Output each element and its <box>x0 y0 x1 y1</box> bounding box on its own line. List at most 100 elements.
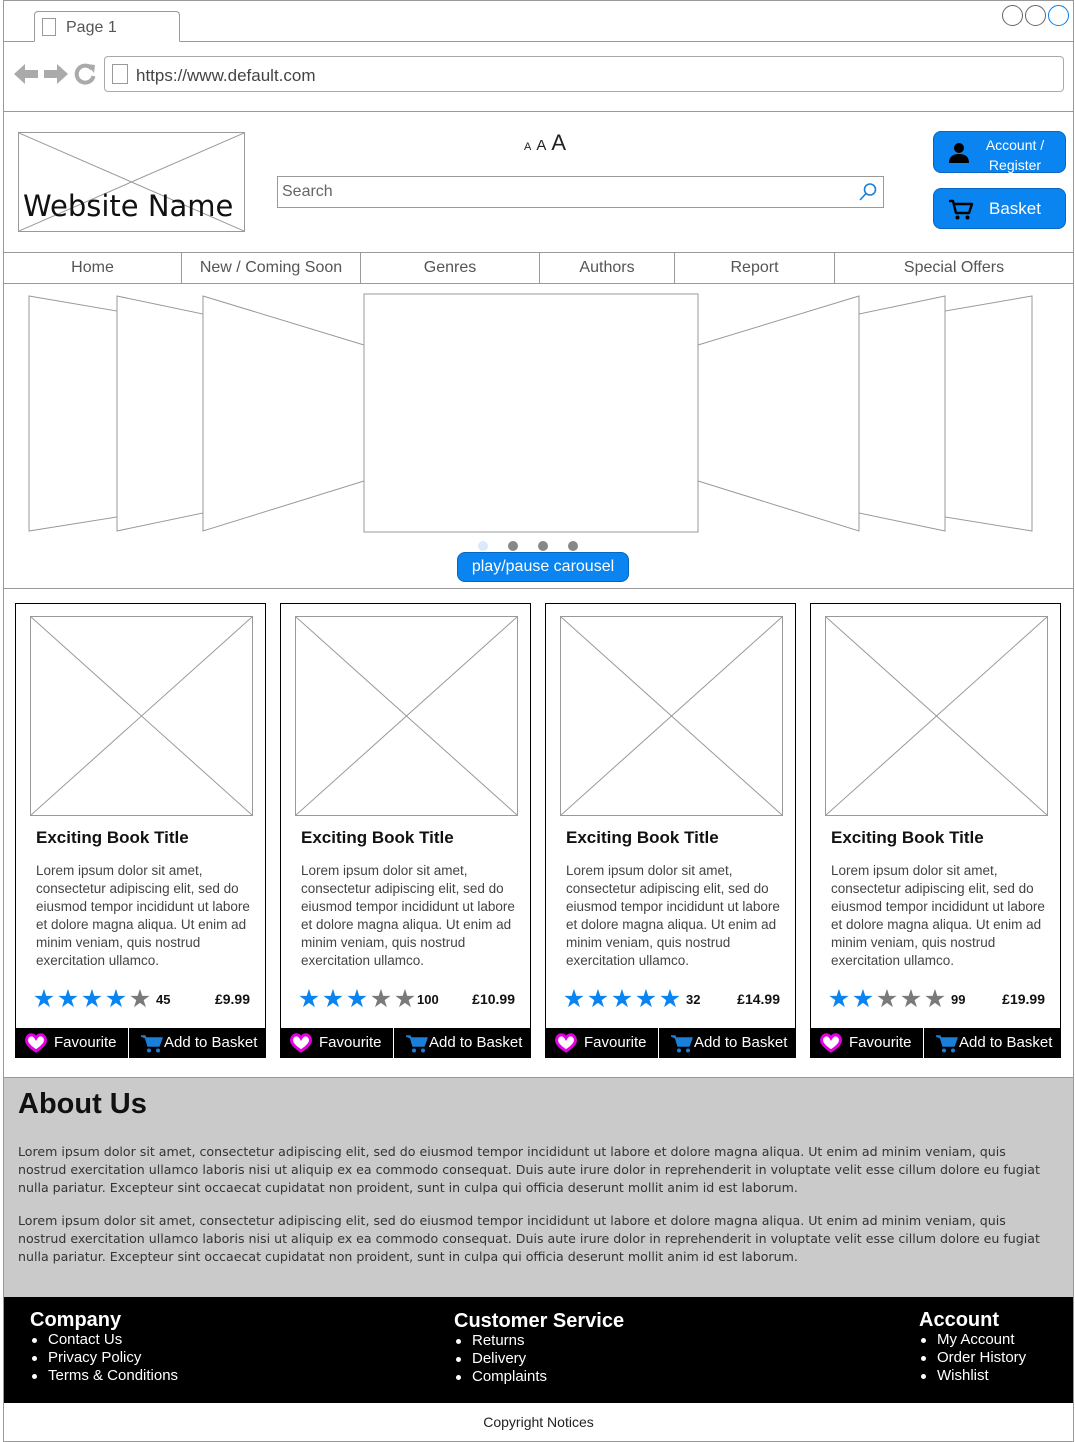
product-image[interactable] <box>825 616 1048 816</box>
star-filled-icon[interactable]: ★ <box>56 987 80 1012</box>
favourite-button[interactable]: Favourite <box>545 1028 659 1058</box>
footer-company: Company Contact Us Privacy Policy Terms … <box>30 1309 178 1385</box>
add-to-basket-label: Add to Basket <box>429 1034 523 1051</box>
star-empty-icon[interactable]: ★ <box>923 987 947 1012</box>
nav-item-authors[interactable]: Authors <box>540 253 675 283</box>
star-filled-icon[interactable]: ★ <box>297 987 321 1012</box>
url-text: https://www.default.com <box>136 66 316 85</box>
footer-link-privacy-policy[interactable]: Privacy Policy <box>32 1349 178 1367</box>
cart-icon <box>935 1034 958 1058</box>
footer-link-contact-us[interactable]: Contact Us <box>32 1331 178 1349</box>
add-to-basket-button[interactable]: Add to Basket <box>659 1028 796 1058</box>
product-card: Exciting Book Title Lorem ipsum dolor si… <box>15 603 266 1058</box>
add-to-basket-button[interactable]: Add to Basket <box>394 1028 531 1058</box>
star-filled-icon[interactable]: ★ <box>104 987 128 1012</box>
carousel-dot[interactable] <box>568 541 578 551</box>
star-filled-icon[interactable]: ★ <box>321 987 345 1012</box>
star-filled-icon[interactable]: ★ <box>610 987 634 1012</box>
star-filled-icon[interactable]: ★ <box>345 987 369 1012</box>
product-price: £14.99 <box>737 991 780 1007</box>
product-description: Lorem ipsum dolor sit amet, consectetur … <box>301 863 515 968</box>
product-grid: Exciting Book Title Lorem ipsum dolor si… <box>4 590 1073 1077</box>
nav-item-genres[interactable]: Genres <box>361 253 540 283</box>
product-card: Exciting Book Title Lorem ipsum dolor si… <box>545 603 796 1058</box>
basket-button[interactable]: Basket <box>933 188 1066 229</box>
product-image[interactable] <box>30 616 253 816</box>
favourite-button[interactable]: Favourite <box>810 1028 924 1058</box>
review-count: 32 <box>686 992 701 1007</box>
star-filled-icon[interactable]: ★ <box>586 987 610 1012</box>
product-title[interactable]: Exciting Book Title <box>301 828 454 848</box>
about-section: About Us Lorem ipsum dolor sit amet, con… <box>4 1077 1073 1297</box>
footer-link-wishlist[interactable]: Wishlist <box>921 1367 1026 1385</box>
star-filled-icon[interactable]: ★ <box>851 987 875 1012</box>
carousel-slides[interactable] <box>4 284 1074 534</box>
star-empty-icon[interactable]: ★ <box>369 987 393 1012</box>
add-to-basket-button[interactable]: Add to Basket <box>129 1028 266 1058</box>
font-size-large[interactable]: A <box>551 130 566 156</box>
product-title[interactable]: Exciting Book Title <box>36 828 189 848</box>
product-price: £10.99 <box>472 991 515 1007</box>
font-size-medium[interactable]: A <box>536 137 546 154</box>
footer-link-complaints[interactable]: Complaints <box>456 1368 624 1386</box>
footer-heading: Account <box>919 1309 999 1331</box>
page-icon <box>112 64 128 84</box>
footer-customer-service: Customer Service Returns Delivery Compla… <box>454 1310 624 1386</box>
heart-icon <box>820 1033 842 1057</box>
restore-icon[interactable] <box>1025 5 1046 26</box>
footer-link-terms[interactable]: Terms & Conditions <box>32 1367 178 1385</box>
cart-icon <box>948 199 974 226</box>
reload-icon[interactable] <box>74 63 96 90</box>
product-image[interactable] <box>560 616 783 816</box>
favourite-button[interactable]: Favourite <box>280 1028 394 1058</box>
account-register-button[interactable]: Account / Register <box>933 131 1066 173</box>
nav-item-new-coming-soon[interactable]: New / Coming Soon <box>182 253 361 283</box>
star-filled-icon[interactable]: ★ <box>634 987 658 1012</box>
footer-link-returns[interactable]: Returns <box>456 1332 624 1350</box>
font-size-small[interactable]: A <box>524 141 531 153</box>
review-count: 99 <box>951 992 966 1007</box>
rating-stars: ★ ★ ★ ★ ★ <box>562 987 682 1012</box>
star-filled-icon[interactable]: ★ <box>32 987 56 1012</box>
browser-tab[interactable]: Page 1 <box>34 11 180 42</box>
carousel-dot[interactable] <box>508 541 518 551</box>
star-empty-icon[interactable]: ★ <box>393 987 417 1012</box>
url-field[interactable]: https://www.default.com <box>104 56 1064 92</box>
star-filled-icon[interactable]: ★ <box>827 987 851 1012</box>
logo[interactable]: Website Name <box>18 132 245 232</box>
product-title[interactable]: Exciting Book Title <box>831 828 984 848</box>
product-actions: Favourite Add to Basket <box>15 1028 266 1058</box>
arrow-left-icon[interactable] <box>14 63 38 90</box>
footer-link-order-history[interactable]: Order History <box>921 1349 1026 1367</box>
play-pause-button[interactable]: play/pause carousel <box>457 552 629 582</box>
carousel-dot[interactable] <box>538 541 548 551</box>
footer-link-delivery[interactable]: Delivery <box>456 1350 624 1368</box>
favourite-button[interactable]: Favourite <box>15 1028 129 1058</box>
footer-link-my-account[interactable]: My Account <box>921 1331 1026 1349</box>
nav-item-special-offers[interactable]: Special Offers <box>835 253 1073 283</box>
star-empty-icon[interactable]: ★ <box>875 987 899 1012</box>
nav-item-home[interactable]: Home <box>4 253 182 283</box>
basket-label: Basket <box>989 199 1041 218</box>
arrow-right-icon[interactable] <box>44 63 68 90</box>
favourite-label: Favourite <box>849 1034 912 1051</box>
star-filled-icon[interactable]: ★ <box>80 987 104 1012</box>
product-image[interactable] <box>295 616 518 816</box>
search-input[interactable] <box>282 178 842 206</box>
search-icon[interactable] <box>858 182 878 207</box>
rating-stars: ★ ★ ★ ★ ★ <box>297 987 417 1012</box>
heart-icon <box>25 1033 47 1057</box>
product-title[interactable]: Exciting Book Title <box>566 828 719 848</box>
minimize-icon[interactable] <box>1002 5 1023 26</box>
star-empty-icon[interactable]: ★ <box>128 987 152 1012</box>
footer-heading: Customer Service <box>454 1310 625 1332</box>
star-filled-icon[interactable]: ★ <box>658 987 682 1012</box>
star-filled-icon[interactable]: ★ <box>562 987 586 1012</box>
page-icon <box>42 18 56 36</box>
star-empty-icon[interactable]: ★ <box>899 987 923 1012</box>
nav-item-report[interactable]: Report <box>675 253 835 283</box>
close-icon[interactable] <box>1048 5 1069 26</box>
product-actions: Favourite Add to Basket <box>810 1028 1061 1058</box>
add-to-basket-button[interactable]: Add to Basket <box>924 1028 1061 1058</box>
carousel-dot[interactable] <box>478 541 488 551</box>
